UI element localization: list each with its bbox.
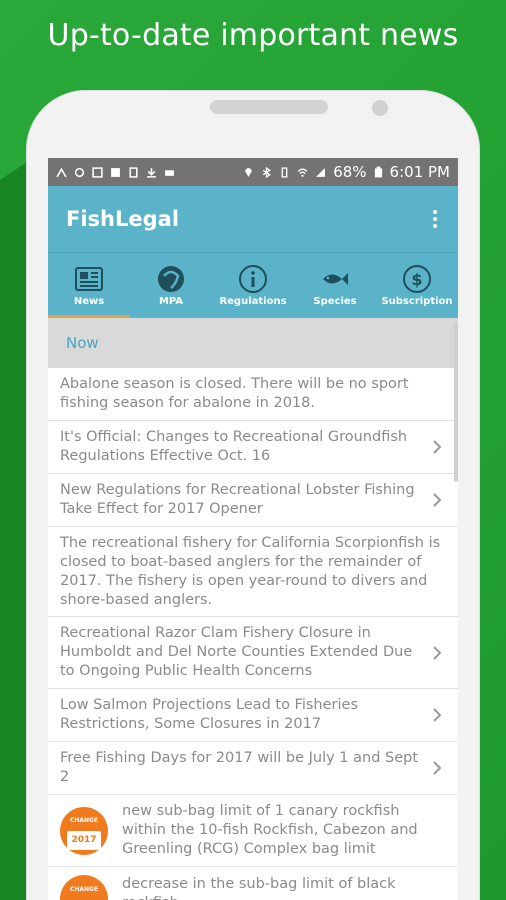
tab-label: Regulations — [219, 296, 287, 307]
tab-mpa[interactable]: MPA — [130, 253, 212, 318]
phone-screen: 68% 6:01 PM FishLegal News MPA Regulatio… — [48, 158, 458, 900]
news-text: new sub-bag limit of 1 canary rockfish w… — [122, 803, 418, 857]
chevron-right-icon — [428, 492, 446, 508]
news-text: The recreational fishery for California … — [60, 534, 441, 608]
tab-news[interactable]: News — [48, 253, 130, 318]
tab-label: News — [73, 296, 105, 307]
svg-text:$: $ — [411, 270, 422, 289]
app-title: FishLegal — [66, 207, 180, 231]
chevron-right-icon — [428, 645, 446, 661]
app-bar: FishLegal — [48, 186, 458, 252]
news-text: It's Official: Changes to Recreational G… — [60, 429, 408, 464]
phone-camera — [372, 100, 388, 116]
tab-bar: News MPA Regulations Species $ Subscript… — [48, 252, 458, 318]
info-icon — [239, 265, 267, 293]
news-icon — [75, 267, 103, 291]
chevron-right-icon — [428, 707, 446, 723]
section-header: Now — [48, 318, 458, 368]
wifi-icon — [297, 168, 308, 177]
change-2017-badge: CHANGE 2017 — [60, 875, 108, 900]
notification-icon — [92, 166, 103, 178]
badge-label: CHANGE — [69, 885, 99, 893]
vibrate-icon — [281, 166, 288, 178]
news-text: Free Fishing Days for 2017 will be July … — [60, 750, 419, 785]
more-vert-icon[interactable] — [430, 210, 440, 228]
notification-icon — [74, 167, 85, 177]
tab-species[interactable]: Species — [294, 253, 376, 318]
fish-icon — [323, 273, 348, 285]
news-text: Abalone season is closed. There will be … — [60, 376, 409, 411]
chevron-right-icon — [428, 760, 446, 776]
change-2017-badge: CHANGE 2017 — [60, 806, 108, 855]
news-item[interactable]: Abalone season is closed. There will be … — [48, 368, 458, 421]
battery-percent: 68% — [333, 163, 367, 181]
tab-label: Subscription — [381, 296, 453, 307]
news-item[interactable]: CHANGE 2017 new sub-bag limit of 1 canar… — [48, 795, 458, 867]
notification-icon — [111, 167, 120, 177]
phone-speaker — [210, 100, 328, 114]
badge-label: CHANGE — [69, 817, 99, 824]
news-text: decrease in the sub-bag limit of black r… — [122, 876, 396, 900]
badge-year: 2017 — [67, 831, 101, 850]
tab-subscription[interactable]: $ Subscription — [376, 253, 458, 318]
news-item[interactable]: The recreational fishery for California … — [48, 527, 458, 617]
tab-label: Species — [313, 296, 357, 307]
notification-icon — [165, 169, 174, 176]
bluetooth-icon — [263, 166, 272, 178]
news-list: Abalone season is closed. There will be … — [48, 368, 458, 900]
system-status: 68% 6:01 PM — [243, 163, 450, 181]
news-text: New Regulations for Recreational Lobster… — [60, 482, 415, 517]
status-time: 6:01 PM — [389, 163, 450, 181]
mpa-icon — [158, 266, 184, 292]
dollar-icon: $ — [403, 265, 431, 293]
battery-icon — [374, 166, 382, 178]
status-bar: 68% 6:01 PM — [48, 158, 458, 186]
news-item[interactable]: Low Salmon Projections Lead to Fisheries… — [48, 689, 458, 742]
scrollbar[interactable] — [454, 322, 458, 482]
chevron-right-icon — [428, 439, 446, 455]
notification-icon — [129, 166, 138, 178]
notification-icon — [56, 167, 67, 177]
tab-label: MPA — [158, 296, 184, 307]
download-icon — [147, 167, 156, 178]
news-item[interactable]: New Regulations for Recreational Lobster… — [48, 474, 458, 527]
news-item[interactable]: It's Official: Changes to Recreational G… — [48, 421, 458, 474]
news-item[interactable]: Free Fishing Days for 2017 will be July … — [48, 742, 458, 795]
news-text: Low Salmon Projections Lead to Fisheries… — [60, 697, 358, 732]
news-text: Recreational Razor Clam Fishery Closure … — [60, 625, 413, 679]
promo-headline: Up-to-date important news — [47, 18, 459, 53]
location-icon — [245, 167, 253, 177]
news-item[interactable]: CHANGE 2017 decrease in the sub-bag limi… — [48, 867, 458, 900]
notification-icons — [56, 166, 243, 178]
signal-icon — [316, 167, 326, 177]
tab-regulations[interactable]: Regulations — [212, 253, 294, 318]
news-item[interactable]: Recreational Razor Clam Fishery Closure … — [48, 617, 458, 689]
